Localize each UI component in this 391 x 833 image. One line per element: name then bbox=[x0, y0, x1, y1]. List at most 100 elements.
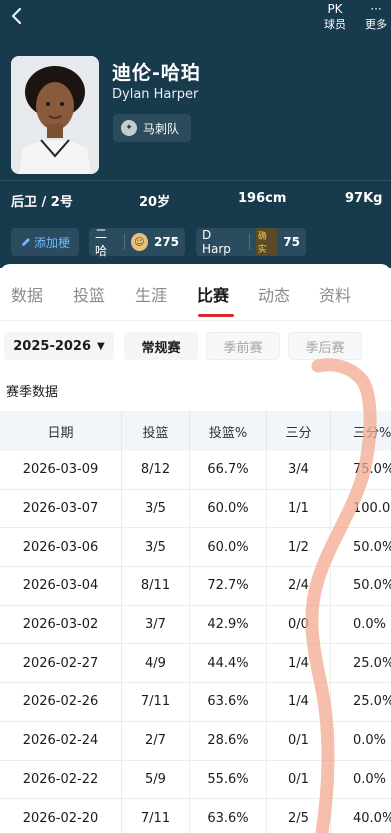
filter-preseason[interactable]: 季前赛 bbox=[206, 332, 280, 360]
table-row[interactable]: 2026-02-20 7/11 63.6% 2/5 40.0% bbox=[0, 799, 391, 833]
cell-3pt-pct: 0.0% bbox=[353, 617, 387, 633]
section-title: 赛季数据 bbox=[6, 385, 59, 400]
cell-fg: 2/7 bbox=[122, 721, 190, 760]
table-row[interactable]: 2026-02-26 7/11 63.6% 1/4 25.0% bbox=[0, 683, 391, 722]
nickname-divider bbox=[123, 234, 125, 250]
cell-3pt-pct: 40.0% bbox=[353, 810, 391, 826]
filter-regular-season[interactable]: 常规赛 bbox=[124, 332, 198, 360]
spurs-logo-icon: ✦ bbox=[121, 120, 137, 136]
pencil-icon bbox=[21, 238, 30, 246]
more-button[interactable]: ··· 更多 bbox=[361, 0, 391, 31]
table-row[interactable]: 2026-03-09 8/12 66.7% 3/4 75.0% bbox=[0, 451, 391, 490]
cell-3pt-pct: 25.0% bbox=[353, 694, 391, 710]
cell-date: 2026-02-27 bbox=[0, 644, 122, 683]
filter-playoffs[interactable]: 季后赛 bbox=[288, 332, 362, 360]
cell-fg: 3/5 bbox=[122, 489, 190, 528]
cell-3pt: 2/5 bbox=[267, 799, 331, 833]
cell-3pt-pct: 50.0% bbox=[353, 578, 391, 594]
vote-avatar-icon: ☺ bbox=[130, 233, 148, 251]
cell-fg-pct: 42.9% bbox=[190, 605, 267, 644]
cell-3pt-pct: 75.0% bbox=[353, 462, 391, 478]
header-3pt: 三分 bbox=[267, 411, 331, 451]
cell-3pt-pct: 100.0% bbox=[353, 501, 391, 517]
confirm-tag: 确实 bbox=[255, 228, 278, 256]
cell-fg: 8/12 bbox=[122, 451, 190, 489]
table-row[interactable]: 2026-03-04 8/11 72.7% 2/4 50.0% bbox=[0, 567, 391, 606]
more-icon: ··· bbox=[370, 2, 382, 16]
player-position: 后卫 / 2号 bbox=[11, 195, 73, 210]
cell-3pt: 0/0 bbox=[267, 605, 331, 644]
team-chip[interactable]: ✦ 马刺队 bbox=[113, 114, 192, 142]
nickname-chip[interactable]: 二哈 ☺ 275 bbox=[89, 227, 185, 258]
cell-fg-pct: 28.6% bbox=[190, 721, 267, 760]
cell-date: 2026-03-04 bbox=[0, 567, 122, 605]
cell-fg: 7/11 bbox=[122, 799, 190, 833]
pk-label: 球员 bbox=[324, 18, 346, 31]
table-row[interactable]: 2026-02-24 2/7 28.6% 0/1 0.0% bbox=[0, 721, 391, 761]
header-fg: 投篮 bbox=[122, 411, 190, 451]
cell-3pt: 1/2 bbox=[267, 528, 331, 567]
tab-profile[interactable]: 资料 bbox=[319, 282, 351, 306]
table-header: 日期 投篮 投篮% 三分 三分% bbox=[0, 411, 391, 451]
cell-fg-pct: 60.0% bbox=[190, 528, 267, 567]
nickname-divider bbox=[248, 234, 250, 250]
tab-career[interactable]: 生涯 bbox=[135, 282, 167, 306]
nickname-text: D Harp bbox=[202, 228, 231, 256]
table-body: 2026-03-09 8/12 66.7% 3/4 75.0% 2026-03-07 3/5… bbox=[0, 451, 391, 833]
table-row[interactable]: 2026-03-073/560.0%1/1 100.0% bbox=[0, 489, 391, 529]
table-row[interactable]: 2026-02-27 4/9 44.4% 1/4 25.0% bbox=[0, 644, 391, 684]
pk-button[interactable]: PK 球员 bbox=[320, 0, 350, 31]
player-height: 196cm bbox=[238, 191, 287, 206]
nickname-text: 二哈 bbox=[95, 227, 108, 258]
table-row[interactable]: 2026-03-02 3/7 42.9% 0/0 0.0% bbox=[0, 605, 391, 645]
cell-fg-pct: 72.7% bbox=[190, 567, 267, 605]
table-row[interactable]: 2026-02-22 5/9 55.6% 0/1 0.0% bbox=[0, 760, 391, 800]
cell-date: 2026-03-07 bbox=[0, 489, 122, 528]
season-select[interactable]: 2025-2026 ▼ bbox=[4, 332, 114, 360]
tab-games[interactable]: 比赛 bbox=[197, 282, 229, 306]
chevron-left-icon bbox=[12, 8, 21, 24]
tab-stats[interactable]: 数据 bbox=[11, 282, 43, 306]
nickname-chip[interactable]: D Harp 确实 75 bbox=[196, 228, 306, 256]
nickname-row: 添加梗 二哈 ☺ 275 D Harp 确实 75 bbox=[0, 227, 391, 258]
tab-news[interactable]: 动态 bbox=[258, 282, 290, 306]
cell-3pt-pct: 0.0% bbox=[353, 733, 387, 749]
cell-fg: 4/9 bbox=[122, 644, 190, 683]
player-age: 20岁 bbox=[139, 195, 171, 210]
cell-fg-pct: 66.7% bbox=[190, 451, 267, 489]
cell-date: 2026-03-06 bbox=[0, 528, 122, 567]
back-button[interactable] bbox=[10, 6, 30, 28]
active-tab-indicator bbox=[198, 314, 234, 317]
add-nickname-label: 添加梗 bbox=[33, 235, 70, 250]
cell-date: 2026-03-09 bbox=[0, 451, 122, 489]
cell-3pt-pct: 0.0% bbox=[353, 771, 387, 787]
cell-fg: 7/11 bbox=[122, 683, 190, 721]
cell-date: 2026-03-02 bbox=[0, 605, 122, 644]
cell-fg-pct: 63.6% bbox=[190, 683, 267, 721]
player-info-row: 后卫 / 2号 20岁 196cm 97Kg bbox=[0, 180, 391, 214]
cell-3pt-pct: 50.0% bbox=[353, 539, 391, 555]
season-value: 2025-2026 bbox=[13, 338, 92, 354]
add-nickname-button[interactable]: 添加梗 bbox=[11, 228, 79, 256]
cell-fg-pct: 44.4% bbox=[190, 644, 267, 683]
cell-3pt: 1/4 bbox=[267, 683, 331, 721]
table-row[interactable]: 2026-03-06 3/5 60.0% 1/2 50.0% bbox=[0, 528, 391, 568]
cell-fg-pct: 60.0% bbox=[190, 489, 267, 528]
player-avatar bbox=[11, 56, 99, 174]
pk-icon: PK bbox=[327, 2, 343, 16]
tab-shooting[interactable]: 投篮 bbox=[73, 282, 105, 306]
more-label: 更多 bbox=[365, 18, 387, 31]
tab-bar: 数据 投篮 生涯 比赛 动态 资料 bbox=[0, 264, 391, 320]
cell-date: 2026-02-22 bbox=[0, 760, 122, 799]
cell-3pt-pct: 25.0% bbox=[353, 655, 391, 671]
player-name-en: Dylan Harper bbox=[112, 87, 199, 102]
nickname-count: 75 bbox=[283, 235, 300, 249]
tabs-divider bbox=[0, 320, 391, 321]
caret-down-icon: ▼ bbox=[97, 340, 105, 352]
cell-3pt: 3/4 bbox=[267, 451, 331, 489]
player-header: PK 球员 ··· 更多 迪伦-哈珀 Dylan Harper ✦ 马刺队 后卫… bbox=[0, 0, 391, 268]
cell-3pt: 1/4 bbox=[267, 644, 331, 683]
cell-fg: 3/7 bbox=[122, 605, 190, 644]
cell-fg: 3/5 bbox=[122, 528, 190, 567]
cell-fg-pct: 63.6% bbox=[190, 799, 267, 833]
